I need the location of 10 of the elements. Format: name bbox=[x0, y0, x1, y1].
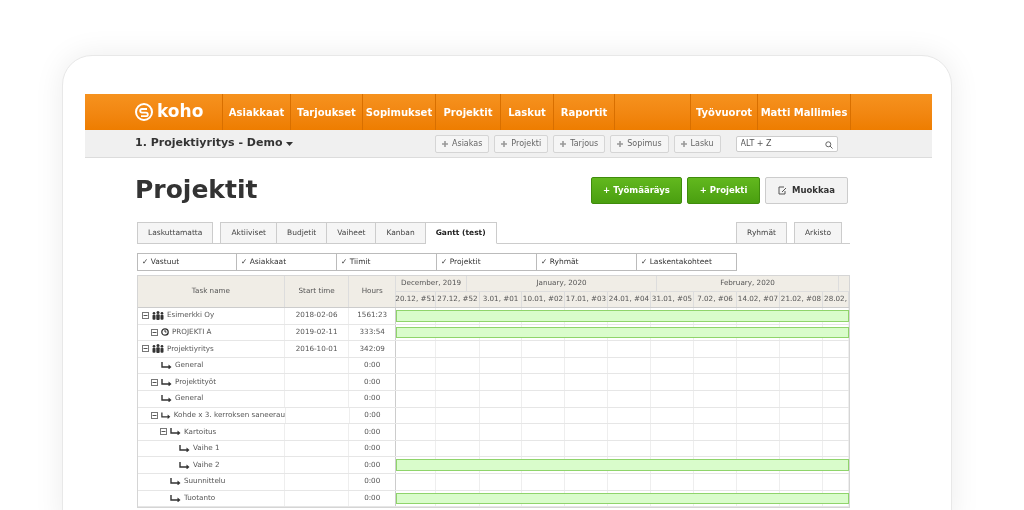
shortcut-button[interactable]: Tarjous bbox=[553, 134, 606, 153]
edit-button[interactable]: Muokkaa bbox=[765, 176, 848, 204]
shortcut-button[interactable]: Sopimus bbox=[610, 134, 669, 153]
logo-text: koho bbox=[157, 100, 204, 124]
shortcut-button[interactable]: Lasku bbox=[673, 134, 721, 153]
shortcut-button[interactable]: Projekti bbox=[494, 134, 549, 153]
shortcut-button[interactable]: Asiakas bbox=[435, 134, 490, 153]
search-field[interactable]: ALT + Z bbox=[735, 135, 838, 152]
page-title: Projektit bbox=[135, 174, 258, 207]
company-selector[interactable]: 1. Projektiyritys - Demo bbox=[135, 135, 435, 152]
